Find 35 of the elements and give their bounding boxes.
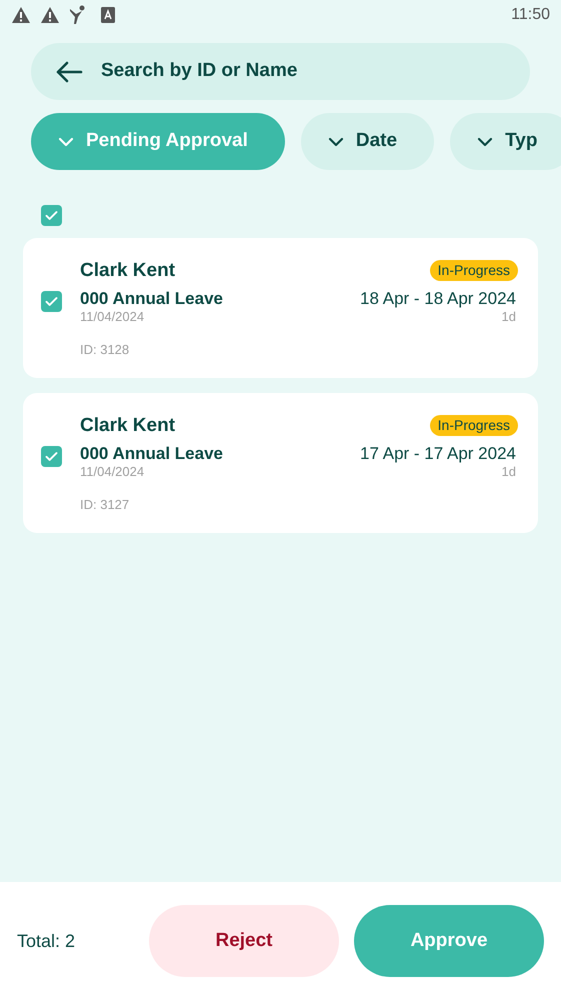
request-id: ID: 3128 — [80, 341, 130, 359]
employee-name: Clark Kent — [80, 414, 176, 438]
date-range: 17 Apr - 17 Apr 2024 — [360, 444, 516, 464]
checkbox[interactable] — [41, 446, 62, 466]
employee-name: Clark Kent — [80, 258, 176, 282]
status-badge: In-Progress — [430, 260, 518, 282]
leave-request-card[interactable]: Clark Kent In-Progress 000 Annual Leave 18 Apr - 18 Apr 2024 11/04/2024 1d ID: 3128 — [23, 238, 538, 378]
reject-button[interactable]: Reject — [149, 905, 339, 977]
checkbox[interactable] — [41, 290, 62, 312]
status-badge: In-Progress — [430, 415, 518, 436]
submitted-date: 11/04/2024 — [80, 309, 144, 325]
search-bar[interactable]: Search by ID or Name — [31, 43, 530, 100]
checkmark-icon — [44, 208, 59, 223]
request-id: ID: 3127 — [80, 496, 130, 514]
back-arrow-icon[interactable] — [55, 60, 83, 82]
submitted-date: 11/04/2024 — [80, 464, 144, 480]
search-input[interactable]: Search by ID or Name — [101, 57, 506, 86]
chevron-down-icon — [58, 136, 74, 146]
figure-icon — [69, 5, 87, 25]
duration: 1d — [502, 309, 516, 325]
duration: 1d — [502, 464, 516, 480]
leave-request-card[interactable]: Clark Kent In-Progress 000 Annual Leave 17 Apr - 17 Apr 2024 11/04/2024 1d ID: 3127 — [23, 393, 538, 533]
chevron-down-icon — [477, 136, 494, 146]
leave-type: 000 Annual Leave — [80, 289, 223, 309]
date-range: 18 Apr - 18 Apr 2024 — [360, 289, 516, 309]
filter-chip[interactable]: Typ — [450, 113, 561, 170]
chevron-down-icon — [328, 136, 344, 146]
clock-time: 11:50 — [511, 5, 550, 25]
total-count: Total: 2 — [17, 930, 76, 952]
app-icon — [101, 7, 115, 23]
warning-icon — [11, 6, 31, 24]
filter-chip[interactable]: Date — [300, 113, 434, 170]
checkbox[interactable] — [41, 205, 62, 226]
leave-type: 000 Annual Leave — [80, 444, 223, 464]
warning-icon — [40, 6, 60, 24]
